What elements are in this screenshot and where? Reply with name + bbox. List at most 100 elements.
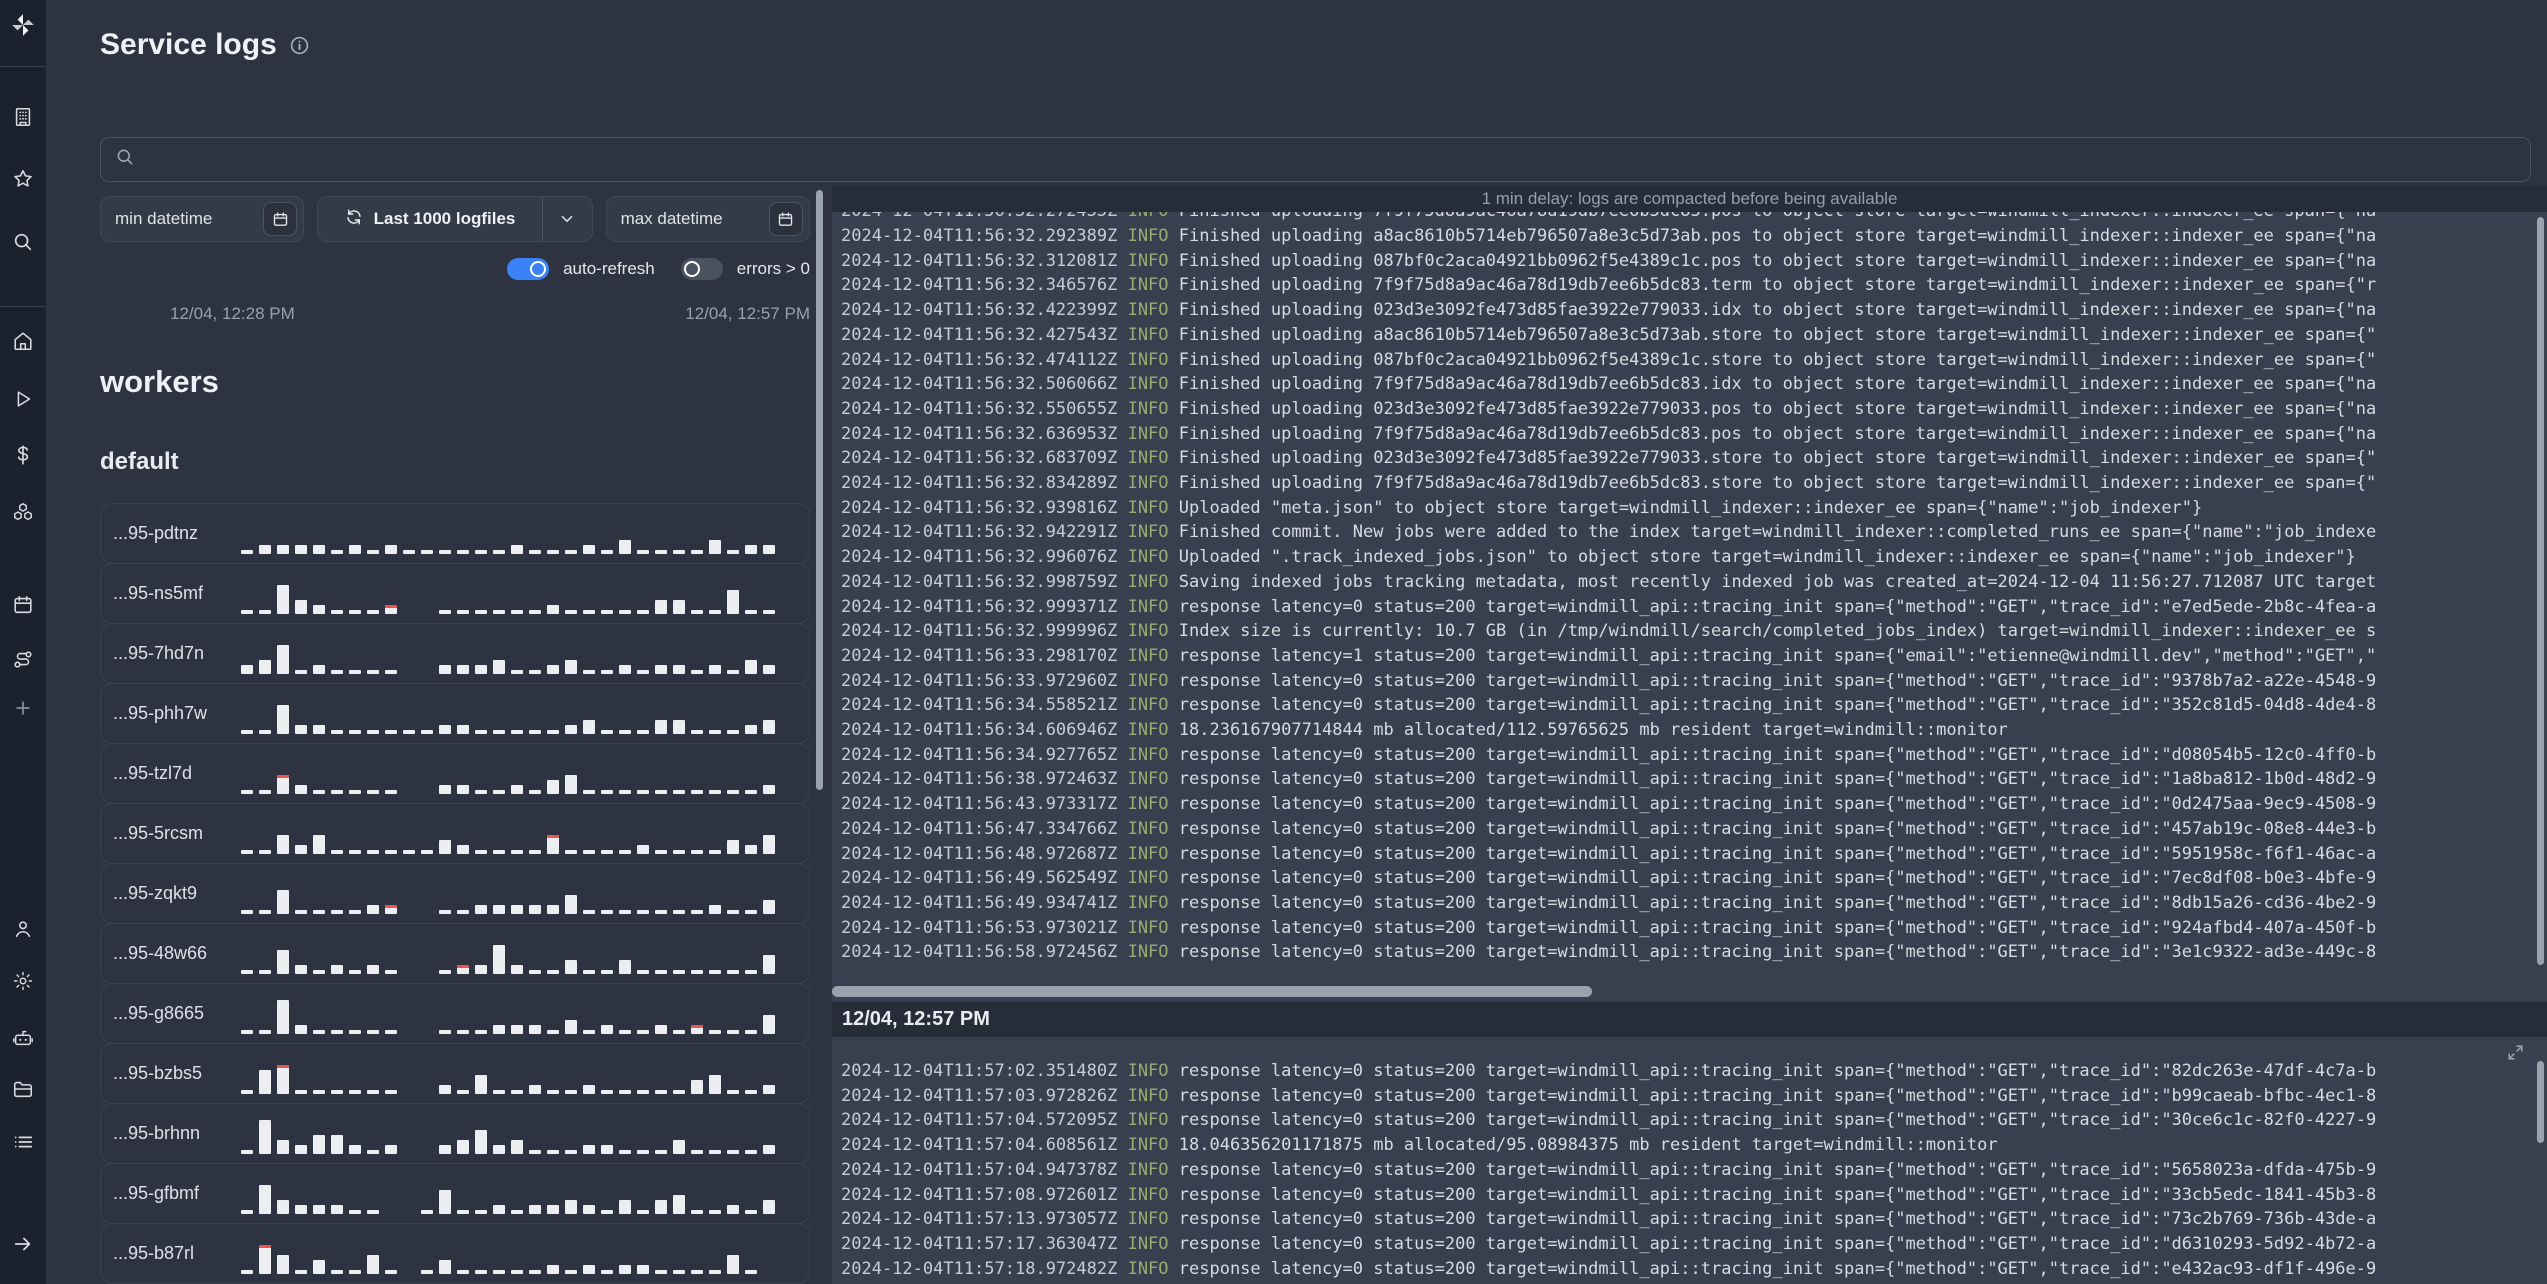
worker-row[interactable]: ...95-b87rl — [100, 1223, 810, 1284]
activity-bar — [349, 669, 361, 674]
info-icon[interactable] — [289, 35, 310, 56]
workers-robot-icon[interactable] — [12, 1027, 34, 1049]
workspace-building-icon[interactable] — [12, 106, 34, 128]
service-logs-list-icon[interactable] — [12, 1131, 34, 1153]
max-datetime-calendar-button[interactable] — [768, 202, 803, 236]
activity-bar — [745, 1089, 757, 1094]
logfiles-dropdown-button[interactable] — [541, 197, 592, 241]
activity-bar — [295, 599, 307, 614]
settings-gear-icon[interactable] — [12, 970, 34, 992]
user-icon[interactable] — [12, 918, 34, 940]
home-icon[interactable] — [12, 330, 34, 352]
activity-bar — [367, 1029, 379, 1034]
activity-bar — [241, 1149, 253, 1154]
activity-bar — [601, 969, 613, 974]
activity-bar — [673, 1029, 685, 1034]
activity-bar — [277, 704, 289, 734]
log-message: 18.236167907714844 mb allocated/112.5976… — [1178, 720, 2008, 741]
log-block1-scrollbar[interactable] — [2537, 217, 2544, 965]
logfiles-select[interactable]: Last 1000 logfiles — [317, 196, 593, 242]
activity-bar — [313, 1029, 325, 1034]
worker-row[interactable]: ...95-brhnn — [100, 1103, 810, 1164]
schedules-calendar-icon[interactable] — [12, 594, 34, 616]
activity-bar — [241, 969, 253, 974]
activity-bar — [727, 669, 739, 674]
log-level: INFO — [1127, 423, 1179, 444]
activity-bar — [439, 1144, 451, 1154]
activity-bar — [709, 904, 721, 914]
error-bar-cap — [385, 904, 397, 908]
activity-bar — [295, 544, 307, 554]
worker-row[interactable]: ...95-tzl7d — [100, 743, 810, 804]
log-timestamp: 2024-12-04T11:57:04.947378Z — [841, 1159, 1128, 1180]
min-datetime-field[interactable]: min datetime — [100, 196, 305, 242]
activity-bar — [385, 604, 397, 614]
search-nav-icon[interactable] — [12, 231, 34, 253]
log-message: response latency=0 status=200 target=win… — [1178, 868, 2377, 889]
log-block-2[interactable]: 2024-12-04T11:57:02.351480Z INFO respons… — [832, 1059, 2547, 1281]
worker-row[interactable]: ...95-phh7w — [100, 683, 810, 744]
activity-bar — [349, 909, 361, 914]
activity-bar — [583, 1084, 595, 1094]
activity-bar — [637, 669, 649, 674]
log-horizontal-scrollbar[interactable] — [832, 986, 1592, 997]
expand-sidebar-arrow-icon[interactable] — [12, 1233, 34, 1255]
worker-row[interactable]: ...95-48w66 — [100, 923, 810, 984]
log-timestamp: 2024-12-04T11:56:32.474112Z — [841, 349, 1128, 370]
worker-row[interactable]: ...95-7hd7n — [100, 623, 810, 684]
worker-row[interactable]: ...95-pdtnz — [100, 503, 810, 564]
resources-cubes-icon[interactable] — [12, 501, 34, 523]
log-line: 2024-12-04T11:56:34.558521Z INFO respons… — [841, 693, 2547, 718]
max-datetime-field[interactable]: max datetime — [605, 196, 810, 242]
favorites-star-icon[interactable] — [12, 168, 34, 190]
worker-row[interactable]: ...95-g8665 — [100, 983, 810, 1044]
activity-bar — [673, 1194, 685, 1214]
auto-refresh-toggle[interactable] — [507, 258, 550, 280]
activity-bar — [331, 669, 343, 674]
log-line: 2024-12-04T11:56:32.312081Z INFO Finishe… — [841, 249, 2547, 274]
activity-bar — [691, 909, 703, 914]
search-input[interactable] — [145, 149, 2516, 170]
log-block-1[interactable]: 2024-12-04T11:56:32.272435Z INFO Finishe… — [832, 212, 2547, 965]
activity-bar — [655, 664, 667, 674]
worker-row[interactable]: ...95-zqkt9 — [100, 863, 810, 924]
workers-scrollbar[interactable] — [816, 190, 823, 790]
activity-bar — [709, 1269, 721, 1274]
activity-bar — [691, 609, 703, 614]
activity-bar — [601, 789, 613, 794]
log-level: INFO — [1127, 1061, 1179, 1081]
folders-icon[interactable] — [12, 1078, 34, 1100]
min-datetime-calendar-button[interactable] — [263, 202, 298, 236]
log-partial-line-wrap: 2024-12-04T11:56:32.272435Z INFO Finishe… — [841, 212, 2547, 224]
activity-bar — [565, 659, 577, 674]
activity-bar — [565, 1089, 577, 1094]
sidebar — [0, 0, 46, 1284]
variables-dollar-icon[interactable] — [12, 444, 34, 466]
activity-bar — [583, 1029, 595, 1034]
runs-play-icon[interactable] — [12, 388, 34, 410]
logfiles-select-main[interactable]: Last 1000 logfiles — [318, 208, 541, 231]
log-level: INFO — [1127, 497, 1179, 518]
worker-row[interactable]: ...95-ns5mf — [100, 563, 810, 624]
activity-bar — [727, 1029, 739, 1034]
add-plus-icon[interactable] — [13, 698, 33, 718]
activity-bar — [367, 1254, 379, 1274]
search-bar[interactable] — [100, 137, 2531, 182]
errors-only-toggle[interactable] — [680, 258, 723, 280]
worker-row[interactable]: ...95-bzbs5 — [100, 1043, 810, 1104]
worker-row[interactable]: ...95-5rcsm — [100, 803, 810, 864]
activity-bar — [565, 959, 577, 974]
activity-bar — [295, 724, 307, 734]
activity-bar — [313, 969, 325, 974]
windmill-logo-icon[interactable] — [10, 12, 36, 38]
activity-bar — [421, 549, 433, 554]
worker-row[interactable]: ...95-gfbmf — [100, 1163, 810, 1224]
flows-route-icon[interactable] — [12, 649, 34, 671]
error-bar-cap — [385, 604, 397, 608]
activity-bar — [583, 1144, 595, 1154]
activity-bar — [619, 729, 631, 734]
activity-bar — [439, 1259, 451, 1274]
activity-bar — [331, 1204, 343, 1214]
activity-bar — [313, 724, 325, 734]
log-block2-scrollbar[interactable] — [2537, 1061, 2544, 1143]
